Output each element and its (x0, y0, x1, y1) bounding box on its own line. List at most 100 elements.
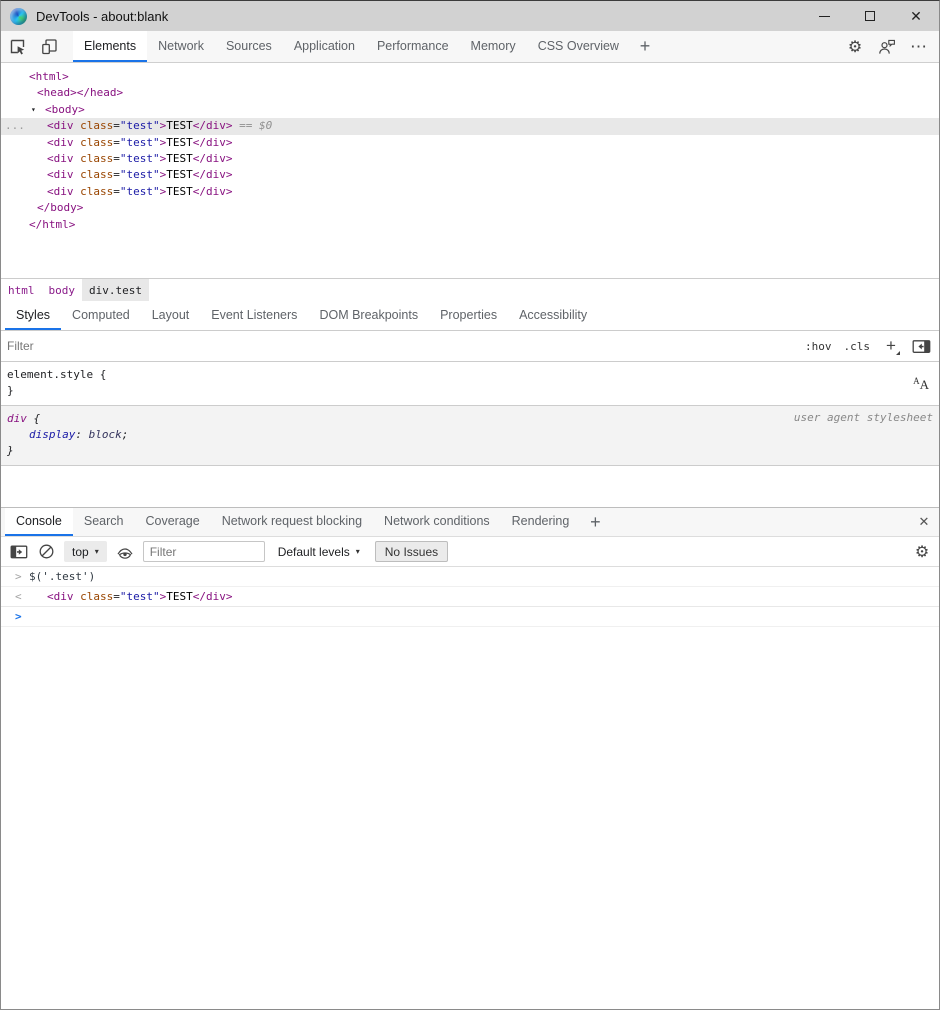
tab-rendering[interactable]: Rendering (501, 508, 581, 536)
close-drawer-button[interactable]: ✕ (909, 508, 939, 536)
dom-tree-line[interactable]: ...<div class="test">TEST</div> == $0 (1, 118, 939, 134)
minimize-button[interactable] (801, 1, 847, 31)
new-style-rule-button[interactable]: + (882, 337, 900, 355)
edge-logo-icon (10, 8, 27, 25)
console-filter-input[interactable] (143, 541, 265, 562)
stylesheet-origin-label: user agent stylesheet (794, 411, 933, 424)
console-settings-button[interactable]: ⚙ (913, 543, 931, 561)
dom-tree-line[interactable]: <div class="test">TEST</div> (1, 184, 939, 200)
minimize-icon (819, 16, 830, 17)
tab-properties[interactable]: Properties (429, 301, 508, 330)
feedback-person-icon (878, 39, 896, 55)
tab-search[interactable]: Search (73, 508, 135, 536)
more-options-button[interactable]: ⋯ (903, 31, 935, 62)
log-levels-dropdown[interactable]: Default levels ▾ (278, 545, 360, 559)
breadcrumb: html body div.test (1, 278, 939, 301)
breadcrumb-div-test[interactable]: div.test (82, 279, 149, 301)
device-toolbar-button[interactable] (33, 31, 65, 62)
devtools-window: DevTools - about:blank ✕ Elements Networ… (0, 0, 940, 1010)
tab-dom-breakpoints[interactable]: DOM Breakpoints (308, 301, 429, 330)
expand-arrow-icon[interactable]: ▾ (31, 102, 45, 118)
element-style-close: } (7, 383, 933, 399)
window-controls: ✕ (801, 1, 939, 31)
computed-sidebar-toggle-icon[interactable] (912, 339, 931, 354)
console-result-row[interactable]: <<div class="test">TEST</div> (1, 587, 939, 607)
clear-console-icon (38, 543, 55, 560)
plus-corner-caret (896, 351, 900, 355)
tab-event-listeners[interactable]: Event Listeners (200, 301, 308, 330)
dom-tree-line[interactable]: ▾<body> (1, 102, 939, 118)
dom-tree-line[interactable]: <div class="test">TEST</div> (1, 167, 939, 183)
dom-tree-line[interactable]: <div class="test">TEST</div> (1, 151, 939, 167)
titlebar: DevTools - about:blank ✕ (1, 1, 939, 31)
breadcrumb-html[interactable]: html (1, 279, 42, 301)
console-toolbar: top ▾ Default levels ▾ No Issues ⚙ (1, 537, 939, 567)
dom-tree-line[interactable]: <html> (1, 69, 939, 85)
element-style-rule[interactable]: element.style { } AA (1, 362, 939, 406)
maximize-button[interactable] (847, 1, 893, 31)
issues-label: No Issues (385, 545, 438, 559)
tab-computed[interactable]: Computed (61, 301, 141, 330)
tab-styles[interactable]: Styles (5, 301, 61, 330)
console-empty-area (1, 627, 939, 1009)
dom-tree-line[interactable]: </html> (1, 217, 939, 233)
user-agent-rule[interactable]: div { display: block; } user agent style… (1, 406, 939, 466)
tab-coverage[interactable]: Coverage (134, 508, 210, 536)
eye-icon (116, 545, 134, 559)
add-drawer-tab-button[interactable]: + (580, 508, 610, 536)
issues-counter[interactable]: No Issues (375, 541, 448, 562)
console-prompt-row[interactable]: > (1, 607, 939, 627)
tab-console[interactable]: Console (5, 508, 73, 536)
tab-network[interactable]: Network (147, 31, 215, 62)
ua-declaration-line: display: block; (7, 427, 933, 443)
tab-network-request-blocking[interactable]: Network request blocking (211, 508, 373, 536)
gear-icon: ⚙ (848, 37, 862, 57)
console-command-row[interactable]: >$('.test') (1, 567, 939, 587)
tab-memory[interactable]: Memory (460, 31, 527, 62)
result-chevron-icon: < (15, 587, 29, 606)
tab-performance[interactable]: Performance (366, 31, 460, 62)
pseudo-state-toggle[interactable]: :hov (805, 340, 832, 353)
plus-icon: + (886, 336, 896, 356)
settings-button[interactable]: ⚙ (839, 31, 871, 62)
element-classes-toggle[interactable]: .cls (844, 340, 871, 353)
device-toolbar-icon (41, 38, 58, 55)
font-editor-icon[interactable]: AA (913, 376, 929, 394)
context-label: top (72, 545, 89, 559)
console-sidebar-toggle-button[interactable] (10, 543, 28, 561)
ua-close-brace: } (7, 443, 933, 459)
inspect-element-button[interactable] (1, 31, 33, 62)
dom-tree-line[interactable]: <head></head> (1, 85, 939, 101)
breadcrumb-body[interactable]: body (42, 279, 83, 301)
more-dots-icon: ⋯ (910, 37, 928, 57)
add-panel-button[interactable]: + (630, 31, 660, 62)
window-title: DevTools - about:blank (36, 9, 168, 24)
command-chevron-icon: > (15, 567, 29, 586)
feedback-button[interactable] (871, 31, 903, 62)
dom-tree: <html><head></head>▾<body>...<div class=… (1, 63, 939, 278)
tab-elements[interactable]: Elements (73, 31, 147, 62)
clear-console-button[interactable] (37, 543, 55, 561)
toolbar-right-actions: ⚙ ⋯ (839, 31, 939, 62)
execution-context-selector[interactable]: top ▾ (64, 541, 107, 562)
live-expression-button[interactable] (116, 543, 134, 561)
tab-network-conditions[interactable]: Network conditions (373, 508, 501, 536)
maximize-icon (865, 11, 875, 21)
element-style-open: element.style { (7, 367, 933, 383)
tab-accessibility[interactable]: Accessibility (508, 301, 598, 330)
panel-tabs: Elements Network Sources Application Per… (73, 31, 660, 62)
log-levels-label: Default levels (278, 545, 350, 559)
close-button[interactable]: ✕ (893, 1, 939, 31)
prompt-chevron-icon: > (15, 607, 29, 626)
drawer-close-icon: ✕ (919, 514, 930, 530)
styles-filter-input[interactable] (7, 334, 793, 358)
overflow-dots: ... (5, 118, 25, 134)
tab-layout[interactable]: Layout (141, 301, 201, 330)
close-icon: ✕ (910, 9, 922, 23)
tab-application[interactable]: Application (283, 31, 366, 62)
dom-tree-line[interactable]: </body> (1, 200, 939, 216)
tab-css-overview[interactable]: CSS Overview (527, 31, 630, 62)
tab-sources[interactable]: Sources (215, 31, 283, 62)
styles-empty-area (1, 466, 939, 507)
dom-tree-line[interactable]: <div class="test">TEST</div> (1, 135, 939, 151)
